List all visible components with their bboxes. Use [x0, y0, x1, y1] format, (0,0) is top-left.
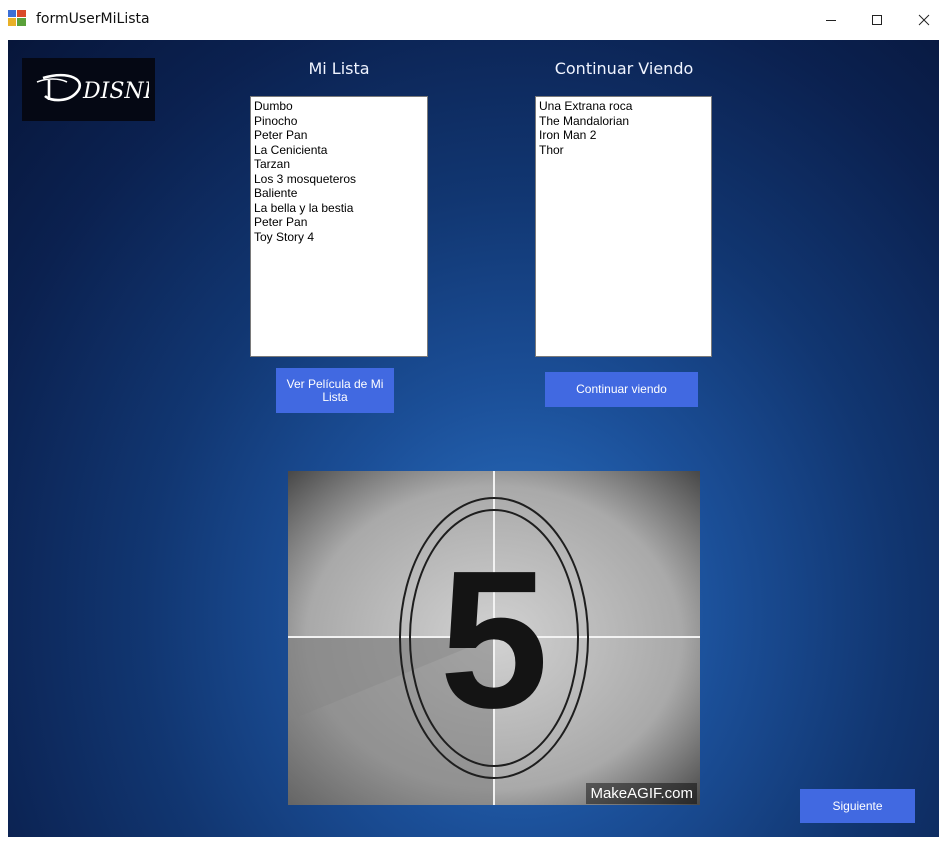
maximize-button[interactable] [854, 0, 900, 40]
list-item[interactable]: Tarzan [254, 157, 424, 172]
disney-logo-image: DISNEY [36, 73, 149, 104]
close-button[interactable] [901, 0, 947, 40]
siguiente-button[interactable]: Siguiente [800, 789, 915, 823]
disney-logo: DISNEY [22, 58, 155, 121]
list-item[interactable]: The Mandalorian [539, 114, 708, 129]
mi-lista-title: Mi Lista [308, 59, 370, 78]
minimize-button[interactable] [808, 0, 854, 40]
logo-text: DISNEY [82, 79, 149, 104]
list-item[interactable]: Los 3 mosqueteros [254, 172, 424, 187]
minimize-icon [826, 20, 836, 21]
list-item[interactable]: Peter Pan [254, 215, 424, 230]
list-item[interactable]: Dumbo [254, 99, 424, 114]
list-item[interactable]: Pinocho [254, 114, 424, 129]
list-item[interactable]: Thor [539, 143, 708, 158]
countdown-animation: 5 MakeAGIF.com [288, 471, 700, 805]
countdown-number: 5 [439, 530, 548, 749]
list-item[interactable]: La Cenicienta [254, 143, 424, 158]
gif-watermark: MakeAGIF.com [586, 783, 697, 804]
close-icon [918, 14, 930, 26]
list-item[interactable]: Peter Pan [254, 128, 424, 143]
list-item[interactable]: Toy Story 4 [254, 230, 424, 245]
maximize-icon [872, 15, 882, 25]
ver-pelicula-button[interactable]: Ver Película de Mi Lista [276, 368, 394, 413]
list-item[interactable]: Baliente [254, 186, 424, 201]
mi-lista-listbox[interactable]: Dumbo Pinocho Peter Pan La Cenicienta Ta… [250, 96, 428, 357]
window-title: formUserMiLista [36, 11, 150, 27]
continuar-viendo-listbox[interactable]: Una Extrana roca The Mandalorian Iron Ma… [535, 96, 712, 357]
list-item[interactable]: La bella y la bestia [254, 201, 424, 216]
form-client-area: DISNEY Mi Lista Continuar Viendo Dumbo P… [8, 40, 939, 837]
continuar-viendo-button[interactable]: Continuar viendo [545, 372, 698, 407]
list-item[interactable]: Una Extrana roca [539, 99, 708, 114]
app-icon [8, 10, 26, 26]
continuar-viendo-title: Continuar Viendo [554, 59, 694, 78]
film-countdown-image: 5 [288, 471, 700, 805]
list-item[interactable]: Iron Man 2 [539, 128, 708, 143]
title-bar: formUserMiLista [0, 0, 947, 40]
